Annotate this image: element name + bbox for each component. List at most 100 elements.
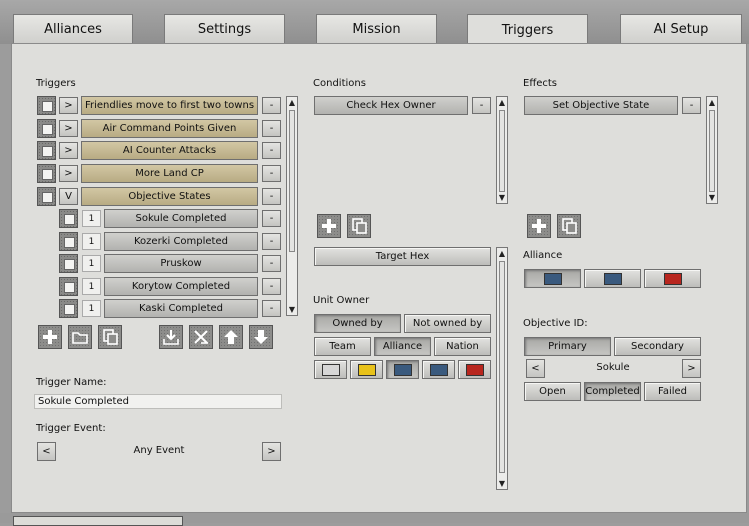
trigger-expand-button[interactable]: > [59,142,78,159]
scroll-up-icon[interactable]: ▲ [707,97,717,108]
subtrigger-remove-button[interactable]: - [262,255,281,272]
trigger-checkbox[interactable] [37,96,56,115]
add-condition-button[interactable] [317,214,341,238]
effect-remove-button[interactable]: - [682,97,701,114]
scroll-up-icon[interactable]: ▲ [287,97,297,108]
effect-alliance-color-button[interactable] [524,269,581,288]
effect-item[interactable]: Set Objective State [524,96,678,115]
subtrigger-checkbox[interactable] [59,209,78,228]
nation-button[interactable]: Nation [434,337,491,356]
team-button[interactable]: Team [314,337,371,356]
trigger-checkbox[interactable] [37,187,56,206]
subtrigger-checkbox[interactable] [59,277,78,296]
subtrigger-item[interactable]: Pruskow [104,254,258,273]
objective-id-label: Objective ID: [523,318,588,329]
effects-scrollbar[interactable]: ▲ ▼ [706,96,718,204]
trigger-event-next-button[interactable]: > [262,442,281,461]
subtrigger-item[interactable]: Kozerki Completed [104,232,258,251]
subtrigger-remove-button[interactable]: - [262,233,281,250]
subtrigger-item[interactable]: Kaski Completed [104,299,258,318]
tab-settings[interactable]: Settings [164,14,285,44]
triggers-scrollbar[interactable]: ▲ ▼ [286,96,298,316]
scroll-down-icon[interactable]: ▼ [287,304,297,315]
trigger-checkbox[interactable] [37,141,56,160]
plus-icon [43,330,57,344]
target-hex-button[interactable]: Target Hex [314,247,491,266]
scroll-thumb[interactable] [499,261,505,473]
trigger-name-field[interactable]: Sokule Completed [34,394,282,409]
primary-objective-button[interactable]: Primary [524,337,611,356]
objective-prev-button[interactable]: < [526,359,545,378]
trigger-collapse-button[interactable]: V [59,188,78,205]
subtrigger-item[interactable]: Sokule Completed [104,209,258,228]
secondary-objective-button[interactable]: Secondary [614,337,701,356]
owner-color-button[interactable] [314,360,347,379]
trigger-remove-button[interactable]: - [262,142,281,159]
trigger-checkbox[interactable] [37,119,56,138]
subtrigger-checkbox[interactable] [59,299,78,318]
scroll-down-icon[interactable]: ▼ [497,192,507,203]
scroll-down-icon[interactable]: ▼ [707,192,717,203]
import-trigger-button[interactable] [159,325,183,349]
subtrigger-checkbox[interactable] [59,232,78,251]
trigger-expand-button[interactable]: > [59,97,78,114]
condition-item[interactable]: Check Hex Owner [314,96,468,115]
add-folder-button[interactable] [68,325,92,349]
add-trigger-button[interactable] [38,325,62,349]
trigger-item[interactable]: Friendlies move to first two towns [81,96,258,115]
trigger-remove-button[interactable]: - [262,188,281,205]
subtrigger-remove-button[interactable]: - [262,278,281,295]
state-failed-button[interactable]: Failed [644,382,701,401]
effect-alliance-color-button[interactable] [644,269,701,288]
effect-alliance-color-button[interactable] [584,269,641,288]
owned-by-button[interactable]: Owned by [314,314,401,333]
tab-mission[interactable]: Mission [316,14,437,44]
state-open-button[interactable]: Open [524,382,581,401]
trigger-checkbox[interactable] [37,164,56,183]
subtrigger-remove-button[interactable]: - [262,300,281,317]
move-up-button[interactable] [219,325,243,349]
scroll-up-icon[interactable]: ▲ [497,248,507,259]
trigger-remove-button[interactable]: - [262,120,281,137]
state-completed-button[interactable]: Completed [584,382,641,401]
subtrigger-item[interactable]: Korytow Completed [104,277,258,296]
trigger-item[interactable]: Air Command Points Given [81,119,258,138]
copy-condition-button[interactable] [347,214,371,238]
scroll-down-icon[interactable]: ▼ [497,478,507,489]
trigger-item[interactable]: AI Counter Attacks [81,141,258,160]
not-owned-by-button[interactable]: Not owned by [404,314,491,333]
condition-remove-button[interactable]: - [472,97,491,114]
owner-color-button[interactable] [350,360,383,379]
subtrigger-remove-button[interactable]: - [262,210,281,227]
unit-owner-label: Unit Owner [313,295,370,306]
trigger-item[interactable]: Objective States [81,187,258,206]
tab-triggers[interactable]: Triggers [467,14,588,46]
condition-details-scrollbar[interactable]: ▲ ▼ [496,247,508,490]
copy-trigger-button[interactable] [98,325,122,349]
alliance-button[interactable]: Alliance [374,337,431,356]
copy-effect-button[interactable] [557,214,581,238]
scroll-thumb[interactable] [709,110,715,192]
subtrigger-checkbox[interactable] [59,254,78,273]
conditions-scrollbar[interactable]: ▲ ▼ [496,96,508,204]
owner-color-button[interactable] [458,360,491,379]
trigger-expand-button[interactable]: > [59,165,78,182]
trigger-expand-button[interactable]: > [59,120,78,137]
subtrigger-index: 1 [82,233,101,250]
trigger-item[interactable]: More Land CP [81,164,258,183]
color-swatch [429,363,448,376]
trigger-remove-button[interactable]: - [262,97,281,114]
add-effect-button[interactable] [527,214,551,238]
trigger-event-prev-button[interactable]: < [37,442,56,461]
owner-color-button[interactable] [386,360,419,379]
scroll-thumb[interactable] [499,110,505,192]
move-down-button[interactable] [249,325,273,349]
scroll-up-icon[interactable]: ▲ [497,97,507,108]
tab-alliances[interactable]: Alliances [13,14,133,44]
objective-next-button[interactable]: > [682,359,701,378]
clear-trigger-button[interactable] [189,325,213,349]
tab-ai-setup[interactable]: AI Setup [620,14,742,44]
trigger-remove-button[interactable]: - [262,165,281,182]
owner-color-button[interactable] [422,360,455,379]
scroll-thumb[interactable] [289,110,295,252]
